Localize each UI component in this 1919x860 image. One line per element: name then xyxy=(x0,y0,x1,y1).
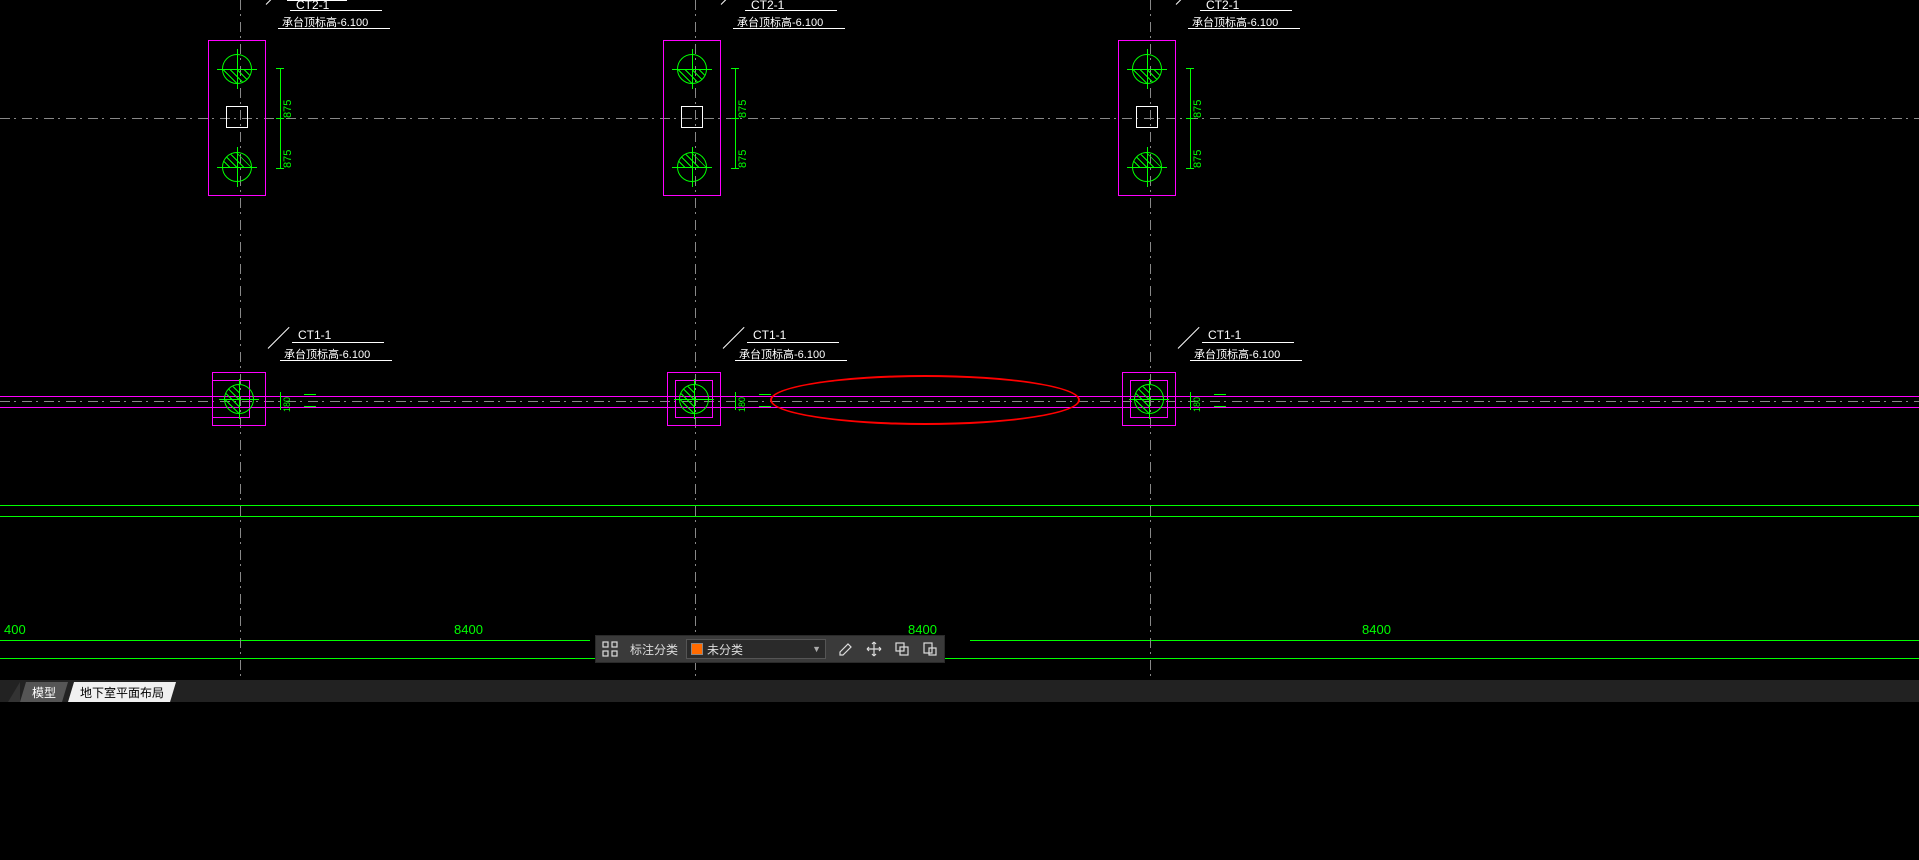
label-class-text: 标注分类 xyxy=(624,641,686,658)
pile-cap-ct1-1[interactable]: 180 xyxy=(212,372,332,432)
pile-circle xyxy=(679,384,709,414)
edit-icon[interactable] xyxy=(832,635,860,663)
pile-circle xyxy=(224,384,254,414)
move-icon[interactable] xyxy=(860,635,888,663)
color-swatch xyxy=(691,643,703,655)
cad-canvas[interactable]: 400 8400 8400 8400 875 875 CT2-1 承台顶标高-6… xyxy=(0,0,1919,680)
dim-875-top: 875 xyxy=(282,78,294,118)
leader-diag xyxy=(1176,0,1198,5)
pile-cap-ct2-1[interactable]: 875 875 xyxy=(208,40,368,200)
annotation-toolbar: 标注分类 未分类 ▼ xyxy=(595,635,945,663)
underline-tag-1 xyxy=(290,10,382,11)
leader-diag xyxy=(266,0,288,5)
dim-875-top: 875 xyxy=(737,78,749,118)
ct1-tag-2: CT1-1 xyxy=(753,328,786,342)
pile-circle-bottom xyxy=(1132,152,1162,182)
class-dropdown[interactable]: 未分类 ▼ xyxy=(686,639,826,659)
dim-875-bot: 875 xyxy=(737,128,749,168)
dim-line xyxy=(735,392,736,410)
green-line-1 xyxy=(0,505,1919,506)
tab-layout-basement[interactable]: 地下室平面布局 xyxy=(68,682,176,702)
green-line-2 xyxy=(0,516,1919,517)
column-outline xyxy=(681,106,703,128)
column-outline xyxy=(226,106,248,128)
dim-875-bot: 875 xyxy=(1192,128,1204,168)
pile-circle-bottom xyxy=(222,152,252,182)
pile-circle-bottom xyxy=(677,152,707,182)
annotation-ellipse xyxy=(770,375,1080,425)
dim-line xyxy=(280,392,281,410)
pile-cap-ct1-3[interactable]: 180 xyxy=(1122,372,1242,432)
green-line-3b xyxy=(970,640,1919,641)
pile-circle xyxy=(1134,384,1164,414)
dim-875-bot: 875 xyxy=(282,128,294,168)
tab-model[interactable]: 模型 xyxy=(20,682,68,702)
dropdown-value: 未分类 xyxy=(707,641,743,658)
chevron-down-icon: ▼ xyxy=(812,644,821,654)
grid-icon[interactable] xyxy=(596,635,624,663)
dim-line xyxy=(1190,392,1191,410)
column-outline xyxy=(1136,106,1158,128)
pile-cap-ct1-2[interactable]: 180 xyxy=(667,372,787,432)
dim-875-top: 875 xyxy=(1192,78,1204,118)
dim-left-edge: 400 xyxy=(4,622,26,637)
layout-tabs: 模型 地下室平面布局 xyxy=(0,680,1919,702)
pile-circle-top xyxy=(677,54,707,84)
dim-span-1: 8400 xyxy=(454,622,483,637)
dim-180: 180 xyxy=(1192,390,1202,412)
dim-180: 180 xyxy=(282,390,292,412)
pile-circle-top xyxy=(222,54,252,84)
green-line-3a xyxy=(0,640,590,641)
ct1-tag-3: CT1-1 xyxy=(1208,328,1241,342)
green-line-4 xyxy=(0,658,1919,659)
copy-icon[interactable] xyxy=(888,635,916,663)
pile-circle-top xyxy=(1132,54,1162,84)
paste-icon[interactable] xyxy=(916,635,944,663)
leader-diag xyxy=(721,0,743,5)
dim-span-3: 8400 xyxy=(1362,622,1391,637)
pile-cap-ct2-2[interactable]: 875 875 xyxy=(663,40,823,200)
ct1-tag-1: CT1-1 xyxy=(298,328,331,342)
dim-180: 180 xyxy=(737,390,747,412)
underline-elev-1 xyxy=(278,28,390,29)
pile-cap-ct2-3[interactable]: 875 875 xyxy=(1118,40,1278,200)
